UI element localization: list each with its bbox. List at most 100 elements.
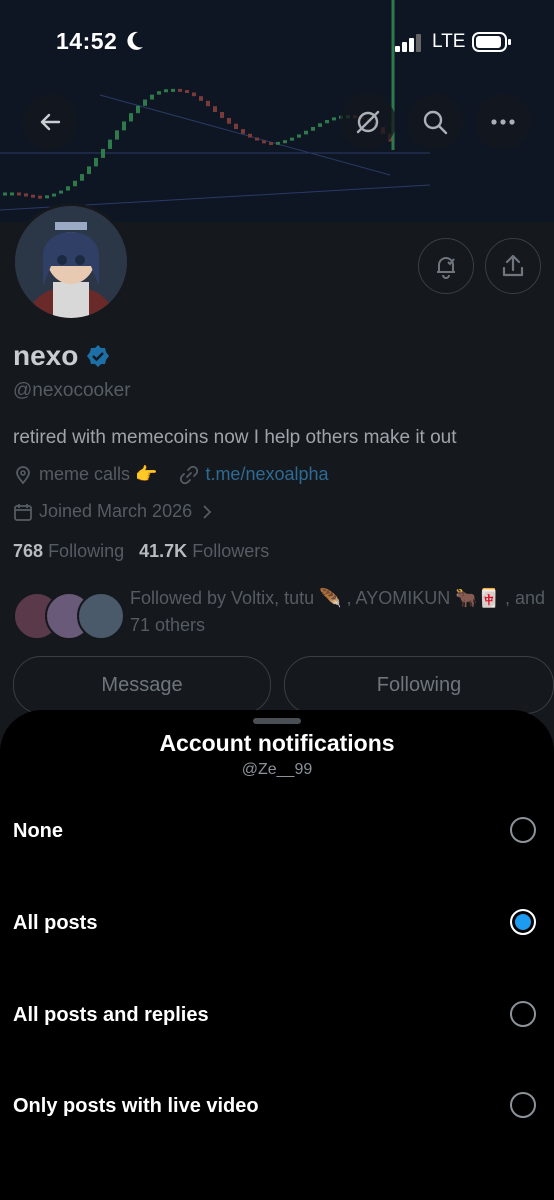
following-button[interactable]: Following xyxy=(284,656,554,714)
calendar-icon xyxy=(14,503,32,521)
profile-link[interactable]: t.me/nexoalpha xyxy=(205,464,328,485)
banner-candle xyxy=(101,148,105,158)
banner-candle xyxy=(94,157,98,167)
verified-badge-icon xyxy=(87,345,110,367)
grok-button[interactable] xyxy=(340,94,396,150)
option-label: Only posts with live video xyxy=(13,1095,259,1117)
status-bar: 14:52 LTE xyxy=(0,0,554,84)
sheet-subtitle: @Ze__99 xyxy=(241,761,313,778)
banner-candle xyxy=(171,88,175,92)
banner-candle xyxy=(80,174,84,181)
following-count: 768 xyxy=(13,541,44,561)
radio-button[interactable] xyxy=(510,1092,536,1118)
banner-candle xyxy=(213,106,217,113)
banner-candle xyxy=(255,137,259,141)
banner-candle xyxy=(87,166,91,175)
battery-icon xyxy=(472,32,511,52)
more-button[interactable] xyxy=(475,94,531,150)
radio-button[interactable] xyxy=(510,1001,536,1027)
link-icon xyxy=(180,465,199,484)
banner-candle xyxy=(283,140,287,144)
banner-candle xyxy=(178,88,182,92)
option-label: All posts xyxy=(13,912,98,934)
followed-by-text[interactable]: Followed by Voltix, tutu 🪶 , AYOMIKUN 🐂🀄… xyxy=(130,585,550,639)
search-icon xyxy=(423,110,448,135)
option-all-posts-and-replies[interactable]: All posts and replies xyxy=(0,986,554,1046)
profile-joined: Joined March 2026 xyxy=(39,501,193,521)
banner-candle xyxy=(108,139,112,149)
option-live-video[interactable]: Only posts with live video xyxy=(0,1077,554,1137)
banner-candle xyxy=(269,141,273,145)
banner-candle xyxy=(73,180,77,187)
profile-handle: @nexocooker xyxy=(13,380,131,401)
following-stat[interactable]: 768 Following xyxy=(13,541,124,561)
banner-candle xyxy=(199,96,203,101)
banner-candle xyxy=(164,89,168,93)
location-icon xyxy=(16,465,30,484)
banner-candle xyxy=(185,90,189,94)
banner-candle xyxy=(129,113,133,122)
radio-button[interactable] xyxy=(510,817,536,843)
following-label: Following xyxy=(48,541,125,561)
option-none[interactable]: None xyxy=(0,802,554,862)
back-button[interactable] xyxy=(22,94,78,150)
banner-candle xyxy=(325,119,329,124)
banner-candle xyxy=(3,192,7,196)
message-button[interactable]: Message xyxy=(13,656,271,714)
banner-candle xyxy=(304,130,308,135)
sheet-grabber[interactable] xyxy=(253,718,301,724)
followers-count: 41.7K xyxy=(139,541,188,561)
profile-bio: retired with memecoins now I help others… xyxy=(13,427,457,448)
status-time: 14:52 xyxy=(56,28,118,54)
profile-meta: meme calls 👉 t.me/nexoalpha xyxy=(13,464,329,485)
avatar[interactable] xyxy=(12,203,130,321)
banner-candle xyxy=(66,186,70,191)
banner-candle xyxy=(122,121,126,131)
grok-icon xyxy=(356,110,380,134)
banner-candle xyxy=(276,141,280,145)
banner-candle xyxy=(206,100,210,107)
banner-candle xyxy=(136,105,140,114)
option-label: None xyxy=(13,820,63,842)
search-button[interactable] xyxy=(407,94,463,150)
option-all-posts[interactable]: All posts xyxy=(0,894,554,954)
profile-category: meme calls 👉 xyxy=(39,464,158,484)
mutual-avatars[interactable] xyxy=(13,590,125,640)
banner-candle xyxy=(332,117,336,121)
banner-candle xyxy=(38,195,42,199)
banner-candle xyxy=(10,192,14,196)
profile-name: nexo xyxy=(13,340,79,371)
signal-icon xyxy=(395,34,421,52)
followers-stat[interactable]: 41.7K Followers xyxy=(139,541,269,561)
banner-candle xyxy=(290,137,294,141)
banner-candle xyxy=(311,126,315,131)
banner-candle xyxy=(248,133,252,138)
banner-candle xyxy=(143,99,147,106)
banner-candle xyxy=(45,195,49,199)
option-label: All posts and replies xyxy=(13,1004,209,1026)
radio-button-selected[interactable] xyxy=(510,909,536,935)
share-icon xyxy=(502,254,524,277)
banner-candle xyxy=(192,92,196,97)
share-button[interactable] xyxy=(485,238,541,294)
banner-candle xyxy=(24,193,28,197)
banner-candle xyxy=(297,134,301,138)
notifications-sheet: Account notifications @Ze__99 None All p… xyxy=(0,710,554,1200)
banner-candle xyxy=(241,129,245,134)
banner-candle xyxy=(220,112,224,118)
more-icon xyxy=(491,119,515,125)
banner-candle xyxy=(31,194,35,198)
profile-joined-row[interactable]: Joined March 2026 xyxy=(13,501,214,522)
banner-candle xyxy=(52,193,56,197)
sheet-title: Account notifications xyxy=(159,730,395,756)
banner-candle xyxy=(157,91,161,95)
banner-candle xyxy=(262,140,266,144)
banner-candle xyxy=(17,192,21,196)
banner-candle xyxy=(150,94,154,100)
banner-candle xyxy=(59,190,63,194)
notifications-button[interactable] xyxy=(418,238,474,294)
followers-label: Followers xyxy=(192,541,270,561)
follow-stats: 768 Following 41.7K Followers xyxy=(13,541,269,562)
arrow-left-icon xyxy=(40,113,61,131)
banner-candle xyxy=(227,117,231,124)
